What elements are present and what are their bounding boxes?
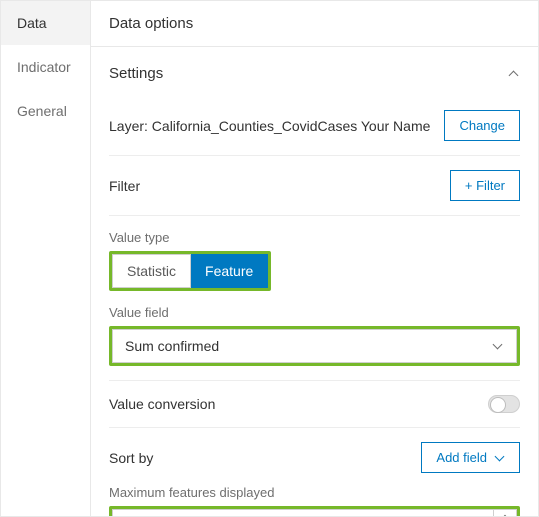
main-panel: Data options Settings Layer: California_… — [91, 1, 538, 516]
add-filter-button-label: + Filter — [465, 178, 505, 193]
change-button[interactable]: Change — [444, 110, 520, 141]
change-button-label: Change — [459, 118, 505, 133]
value-type-statistic-button[interactable]: Statistic — [112, 254, 191, 288]
value-conversion-label: Value conversion — [109, 396, 215, 412]
chevron-up-icon — [502, 514, 508, 516]
value-type-group: Value type Statistic Feature — [109, 230, 520, 291]
chevron-up-icon — [508, 68, 520, 80]
spinner-buttons — [493, 509, 517, 516]
settings-section-header[interactable]: Settings — [109, 47, 520, 96]
max-features-highlight — [109, 506, 520, 516]
sidebar-item-label: Data — [17, 15, 47, 31]
layer-label: Layer: California_Counties_CovidCases Yo… — [109, 118, 430, 134]
settings-title: Settings — [109, 65, 163, 82]
max-features-group: Maximum features displayed — [109, 485, 520, 516]
max-features-input[interactable] — [112, 509, 493, 516]
max-features-label: Maximum features displayed — [109, 485, 520, 500]
value-conversion-toggle[interactable] — [488, 395, 520, 413]
chevron-down-icon — [492, 340, 504, 352]
add-field-label: Add field — [436, 450, 487, 465]
sidebar-item-general[interactable]: General — [1, 89, 90, 133]
filter-row: Filter + Filter — [109, 156, 520, 216]
value-field-group: Value field Sum confirmed — [109, 305, 520, 366]
panel-header: Data options — [91, 1, 538, 47]
add-field-button[interactable]: Add field — [421, 442, 520, 473]
value-field-value: Sum confirmed — [125, 338, 219, 354]
value-conversion-row: Value conversion — [109, 381, 520, 428]
value-type-statistic-label: Statistic — [127, 263, 176, 279]
value-field-highlight: Sum confirmed — [109, 326, 520, 366]
chevron-down-icon — [495, 453, 505, 463]
value-field-label: Value field — [109, 305, 520, 320]
sidebar: Data Indicator General — [1, 1, 91, 516]
sort-by-row: Sort by Add field — [109, 428, 520, 479]
filter-label: Filter — [109, 178, 140, 194]
sidebar-item-indicator[interactable]: Indicator — [1, 45, 90, 89]
sidebar-item-label: General — [17, 103, 67, 119]
panel-content: Settings Layer: California_Counties_Covi… — [91, 47, 538, 516]
layer-row: Layer: California_Counties_CovidCases Yo… — [109, 96, 520, 156]
value-type-feature-label: Feature — [205, 263, 253, 279]
add-filter-button[interactable]: + Filter — [450, 170, 520, 201]
value-type-label: Value type — [109, 230, 520, 245]
sidebar-item-data[interactable]: Data — [1, 1, 90, 45]
sidebar-item-label: Indicator — [17, 59, 71, 75]
page-title: Data options — [109, 15, 193, 32]
value-type-feature-button[interactable]: Feature — [191, 254, 268, 288]
sort-by-label: Sort by — [109, 450, 153, 466]
value-type-segmented: Statistic Feature — [109, 251, 271, 291]
value-field-select[interactable]: Sum confirmed — [112, 329, 517, 363]
spinner-up-button[interactable] — [494, 510, 516, 516]
